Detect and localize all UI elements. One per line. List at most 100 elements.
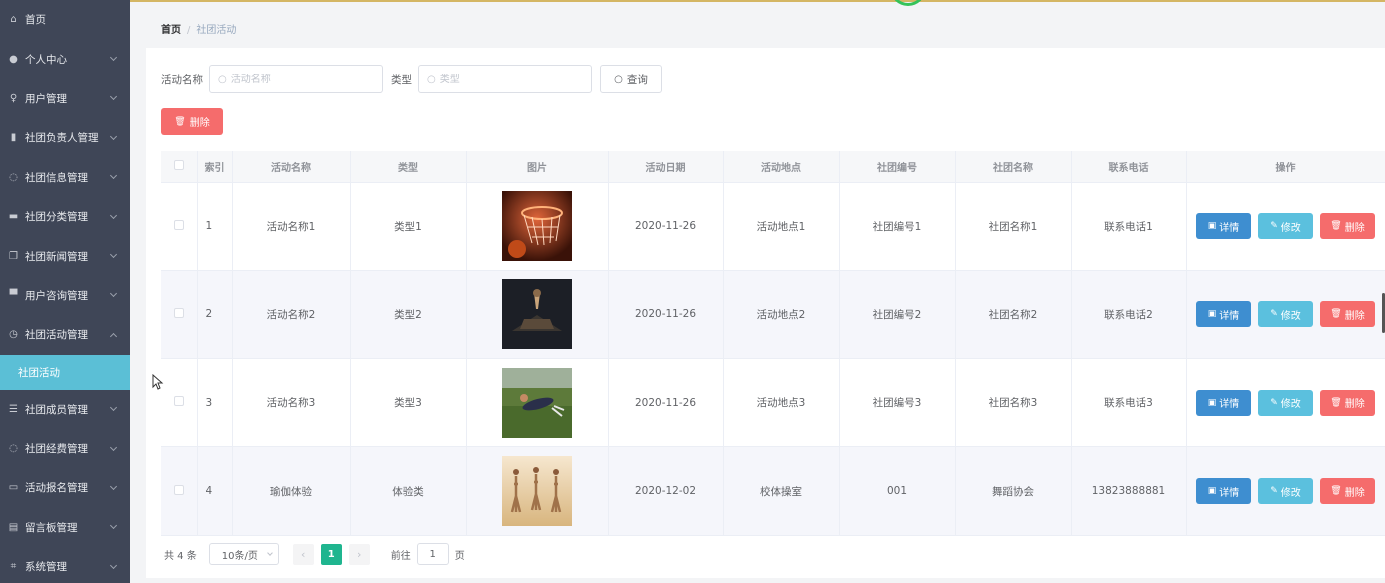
sidebar-subitem-club-activity[interactable]: 社团活动 (0, 354, 130, 390)
delete-label: 删除 (1344, 310, 1365, 322)
sidebar-item-club-info[interactable]: ◌ 社团信息管理 (0, 158, 130, 197)
dark-court-image (502, 279, 572, 350)
sidebar-item-label: 社团新闻管理 (25, 250, 88, 263)
sidebar-item-personal-center[interactable]: ● 个人中心 (0, 39, 130, 78)
globe-icon: ◌ (9, 171, 18, 183)
delete-label: 删除 (1344, 487, 1365, 499)
sidebar-item-fund-management[interactable]: ◌ 社团经费管理 (0, 429, 130, 468)
prev-page-button[interactable]: ‹ (292, 543, 314, 565)
row-activity-name: 活动名称3 (232, 358, 351, 448)
row-phone: 联系电话3 (1071, 358, 1187, 448)
edit-label: 修改 (1280, 310, 1301, 322)
detail-icon: ▣ (1207, 486, 1217, 497)
home-icon: ⌂ (10, 14, 17, 26)
sidebar-item-leader-management[interactable]: ▮ 社团负责人管理 (0, 118, 130, 157)
checkbox[interactable] (173, 307, 184, 318)
sidebar-item-system-management[interactable]: ⌗ 系统管理 (0, 547, 130, 583)
yoga-class-image (502, 456, 572, 527)
sidebar-item-label: 系统管理 (25, 561, 67, 574)
crop-icon: ⌗ (10, 561, 17, 573)
sidebar-item-label: 用户管理 (25, 92, 67, 105)
next-page-button[interactable]: › (348, 543, 370, 565)
sidebar-item-label: 首页 (25, 14, 46, 27)
row-place: 活动地点3 (723, 358, 840, 448)
detail-button[interactable]: ▣ 详情 (1196, 389, 1251, 416)
type-input[interactable] (439, 73, 570, 85)
delete-label: 删除 (1344, 222, 1365, 234)
delete-button[interactable]: 🗑 删除 (1320, 213, 1375, 240)
row-club-no: 社团编号1 (839, 182, 956, 271)
page-size-select[interactable]: 10条/页 (208, 543, 279, 565)
breadcrumb-home[interactable]: 首页 (161, 25, 181, 36)
checkbox[interactable] (173, 484, 184, 495)
sidebar-item-label: 个人中心 (25, 53, 67, 66)
table-row: 4 瑜伽体验 体验类 2020-12-02 校体操室 001 舞蹈协会 1382… (161, 446, 1385, 536)
sidebar-item-home[interactable]: ⌂ 首页 (0, 0, 130, 39)
sidebar-item-club-category[interactable]: ▬ 社团分类管理 (0, 197, 130, 236)
edit-button[interactable]: ✎ 修改 (1258, 478, 1313, 505)
page-number-active[interactable]: 1 (320, 543, 342, 565)
edit-button[interactable]: ✎ 修改 (1258, 389, 1313, 416)
sidebar-item-label: 用户咨询管理 (25, 289, 88, 302)
goto-page: 前往 1 页 (391, 543, 465, 565)
chevron-right-icon: › (357, 547, 362, 561)
row-place: 活动地点2 (723, 270, 840, 360)
row-date: 2020-11-26 (608, 358, 724, 448)
mouse-cursor-icon (152, 374, 164, 390)
table-header-row: 索引 活动名称 类型 图片 活动日期 活动地点 社团编号 社团名称 联系电话 操… (161, 151, 1385, 183)
checkbox[interactable] (173, 219, 184, 230)
sidebar-item-label: 社团分类管理 (25, 211, 88, 224)
batch-delete-button[interactable]: 🗑 删除 (161, 108, 223, 135)
delete-button[interactable]: 🗑 删除 (1320, 478, 1375, 505)
search-icon: ○ (427, 73, 436, 85)
chevron-down-icon (109, 93, 118, 101)
sidebar-item-label: 社团活动管理 (25, 329, 88, 342)
sidebar-item-message-board[interactable]: ▤ 留言板管理 (0, 508, 130, 547)
sidebar-item-club-activity-management[interactable]: ◷ 社团活动管理 (0, 315, 130, 354)
checkbox[interactable] (173, 396, 184, 407)
sidebar-item-label: 社团经费管理 (25, 443, 88, 456)
activity-table: 索引 活动名称 类型 图片 活动日期 活动地点 社团编号 社团名称 联系电话 操… (161, 151, 1385, 536)
top-accent-line (0, 0, 1385, 2)
row-date: 2020-12-02 (608, 446, 724, 536)
edit-button[interactable]: ✎ 修改 (1258, 301, 1313, 328)
detail-button[interactable]: ▣ 详情 (1196, 478, 1251, 505)
header-place: 活动地点 (723, 151, 840, 183)
edit-label: 修改 (1280, 222, 1301, 234)
activity-name-input[interactable] (230, 73, 361, 85)
goto-page-input[interactable]: 1 (416, 543, 449, 565)
microphone-icon: ♀ (9, 92, 18, 104)
chat-icon: ▭ (8, 482, 19, 494)
detail-button[interactable]: ▣ 详情 (1196, 301, 1251, 328)
row-actions: ▣ 详情 ✎ 修改 🗑 删除 (1186, 182, 1385, 271)
sidebar-item-user-management[interactable]: ♀ 用户管理 (0, 79, 130, 118)
table-row: 3 活动名称3 类型3 2020-11-26 活动地点3 社团编号3 社团名称3… (161, 358, 1385, 448)
delete-button[interactable]: 🗑 删除 (1320, 301, 1375, 328)
chevron-down-icon (109, 561, 118, 569)
breadcrumb: 首页 / 社团活动 (161, 21, 236, 36)
detail-button[interactable]: ▣ 详情 (1196, 213, 1251, 240)
football-catch-image (502, 367, 572, 438)
chevron-down-icon (109, 172, 118, 180)
detail-label: 详情 (1219, 222, 1240, 234)
detail-label: 详情 (1219, 487, 1240, 499)
edit-button[interactable]: ✎ 修改 (1258, 213, 1313, 240)
checkbox[interactable] (173, 159, 184, 170)
goto-label: 前往 (390, 550, 411, 562)
sidebar-item-user-consult[interactable]: ▀ 用户咨询管理 (0, 276, 130, 315)
trash-icon: 🗑 (1330, 486, 1342, 497)
content-panel: 活动名称 ○ 类型 ○ ○ 查询 🗑 删除 索引 活动名称 类型 图片 (146, 48, 1385, 578)
row-place: 活动地点1 (723, 182, 840, 271)
delete-button[interactable]: 🗑 删除 (1320, 389, 1375, 416)
detail-icon: ▣ (1207, 309, 1217, 320)
row-club-name: 社团名称2 (955, 270, 1072, 360)
query-button[interactable]: ○ 查询 (600, 65, 662, 93)
row-club-name: 舞蹈协会 (955, 446, 1072, 536)
sidebar-item-club-news[interactable]: ❐ 社团新闻管理 (0, 236, 130, 275)
row-phone: 13823888881 (1071, 446, 1187, 536)
header-area: 首页 / 社团活动 (146, 8, 1385, 42)
header-select-all[interactable] (161, 151, 198, 183)
sidebar-item-member-management[interactable]: ☰ 社团成员管理 (0, 390, 130, 429)
sidebar-item-signup-management[interactable]: ▭ 活动报名管理 (0, 468, 130, 507)
row-phone: 联系电话1 (1071, 182, 1187, 271)
